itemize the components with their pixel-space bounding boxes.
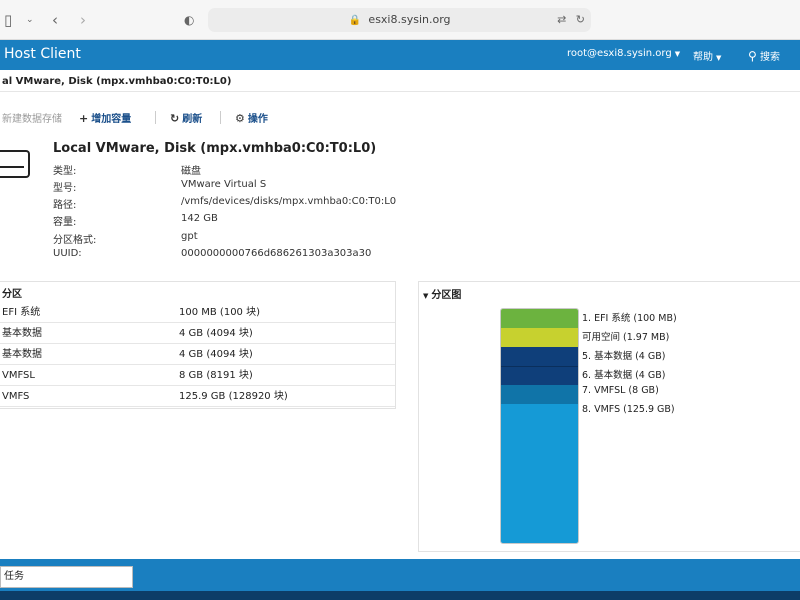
partition-size: 4 GB (4094 块) (179, 328, 253, 339)
address-bar[interactable]: 🔒 esxi8.sysin.org ⇄ ↻ (208, 8, 591, 32)
table-row[interactable]: 基本数据 4 GB (4094 块) (0, 323, 395, 344)
table-row[interactable]: EFI 系统 100 MB (100 块) (0, 302, 395, 323)
toolbar-divider (220, 111, 221, 124)
bottom-strip (0, 591, 800, 600)
forward-icon[interactable]: › (80, 11, 86, 29)
partition-name: VMFSL (2, 370, 35, 381)
refresh-button[interactable]: ↻ 刷新 (170, 110, 202, 125)
url-text: esxi8.sysin.org (368, 13, 451, 26)
disk-icon (0, 150, 30, 178)
chevron-down-icon[interactable]: ⌄ (26, 11, 34, 29)
search-button[interactable]: ⚲ 搜索 (748, 48, 780, 63)
table-row[interactable]: VMFS 125.9 GB (128920 块) (0, 386, 395, 407)
user-menu[interactable]: root@esxi8.sysin.org ▼ (567, 48, 680, 59)
reload-icon[interactable]: ↻ (576, 13, 585, 26)
caret-down-icon: ▼ (716, 54, 722, 62)
sidebar-icon[interactable]: ▯ (4, 11, 12, 29)
partition-segment-basic-5 (501, 347, 578, 366)
prop-type-label: 类型: (53, 166, 77, 177)
legend-item: 8. VMFS (125.9 GB) (582, 404, 675, 415)
new-datastore-button[interactable]: 新建数据存储 (2, 110, 62, 125)
app-title: Host Client (4, 46, 81, 62)
partition-segment-vmfsl (501, 385, 578, 404)
table-row[interactable]: 基本数据 4 GB (4094 块) (0, 344, 395, 365)
plus-icon: + (79, 112, 89, 125)
search-label: 搜索 (759, 52, 780, 63)
legend-item: 可用空间 (1.97 MB) (582, 332, 670, 343)
new-datastore-label: 新建数据存储 (2, 114, 62, 125)
legend-item: 1. EFI 系统 (100 MB) (582, 313, 677, 324)
legend-item: 5. 基本数据 (4 GB) (582, 351, 666, 362)
gear-icon: ⚙ (235, 112, 245, 125)
partition-size: 4 GB (4094 块) (179, 349, 253, 360)
legend-item: 7. VMFSL (8 GB) (582, 385, 659, 396)
toolbar-divider (155, 111, 156, 124)
refresh-icon: ↻ (170, 112, 180, 125)
increase-capacity-label: 增加容量 (91, 114, 132, 125)
user-menu-label: root@esxi8.sysin.org (567, 48, 672, 59)
help-menu[interactable]: 帮助 ▼ (693, 48, 721, 63)
help-menu-label: 帮助 (693, 52, 713, 63)
lock-icon: 🔒 (348, 15, 361, 26)
partition-segment-vmfs (501, 404, 578, 543)
prop-model-value: VMware Virtual S (181, 179, 267, 190)
back-icon[interactable]: ‹ (52, 11, 58, 29)
disk-title: Local VMware, Disk (mpx.vmhba0:C0:T0:L0) (53, 141, 377, 156)
partition-size: 100 MB (100 块) (179, 307, 261, 318)
increase-capacity-button[interactable]: + 增加容量 (79, 110, 131, 125)
partition-name: 基本数据 (2, 349, 42, 360)
partitions-panel-title: 分区 (2, 289, 22, 300)
page-breadcrumb: al VMware, Disk (mpx.vmhba0:C0:T0:L0) (0, 72, 800, 92)
partition-size: 8 GB (8191 块) (179, 370, 253, 381)
refresh-label: 刷新 (182, 114, 203, 125)
prop-uuid-label: UUID: (53, 248, 82, 259)
prop-format-value: gpt (181, 231, 198, 242)
prop-format-label: 分区格式: (53, 235, 97, 246)
translate-icon[interactable]: ⇄ (557, 13, 566, 26)
prop-model-label: 型号: (53, 183, 77, 194)
collapse-icon[interactable]: ▼ (423, 292, 428, 300)
prop-path-value: /vmfs/devices/disks/mpx.vmhba0:C0:T0:L0 (181, 196, 397, 207)
partition-name: 基本数据 (2, 328, 42, 339)
legend-item: 6. 基本数据 (4 GB) (582, 370, 666, 381)
partition-name: VMFS (2, 391, 30, 402)
caret-down-icon: ▼ (674, 50, 681, 58)
table-row[interactable]: VMFSL 8 GB (8191 块) (0, 365, 395, 386)
partition-segment-free (501, 328, 578, 347)
partition-segment-efi (501, 309, 578, 328)
partition-diagram-title-label: 分区图 (431, 290, 462, 301)
prop-type-value: 磁盘 (181, 166, 201, 177)
shield-icon[interactable]: ◐ (184, 11, 194, 29)
recent-tasks-label: 任务 (4, 571, 24, 582)
prop-uuid-value: 0000000000766d686261303a303a30 (181, 248, 372, 259)
partition-bar (500, 308, 579, 544)
search-icon: ⚲ (748, 49, 757, 63)
browser-toolbar: ▯ ⌄ ‹ › ◐ 🔒 esxi8.sysin.org ⇄ ↻ (0, 0, 800, 40)
prop-capacity-value: 142 GB (181, 213, 218, 224)
actions-label: 操作 (247, 114, 268, 125)
partition-size: 125.9 GB (128920 块) (179, 391, 288, 402)
app-header: Host Client root@esxi8.sysin.org ▼ 帮助 ▼ ⚲ … (0, 40, 800, 70)
prop-capacity-label: 容量: (53, 217, 77, 228)
partition-name: EFI 系统 (2, 307, 41, 318)
prop-path-label: 路径: (53, 200, 77, 211)
recent-tasks-tab[interactable]: 任务 (0, 566, 133, 588)
partition-segment-basic-6 (501, 366, 578, 385)
partition-diagram-title: ▼ 分区图 (423, 286, 461, 301)
actions-button[interactable]: ⚙ 操作 (235, 110, 268, 125)
